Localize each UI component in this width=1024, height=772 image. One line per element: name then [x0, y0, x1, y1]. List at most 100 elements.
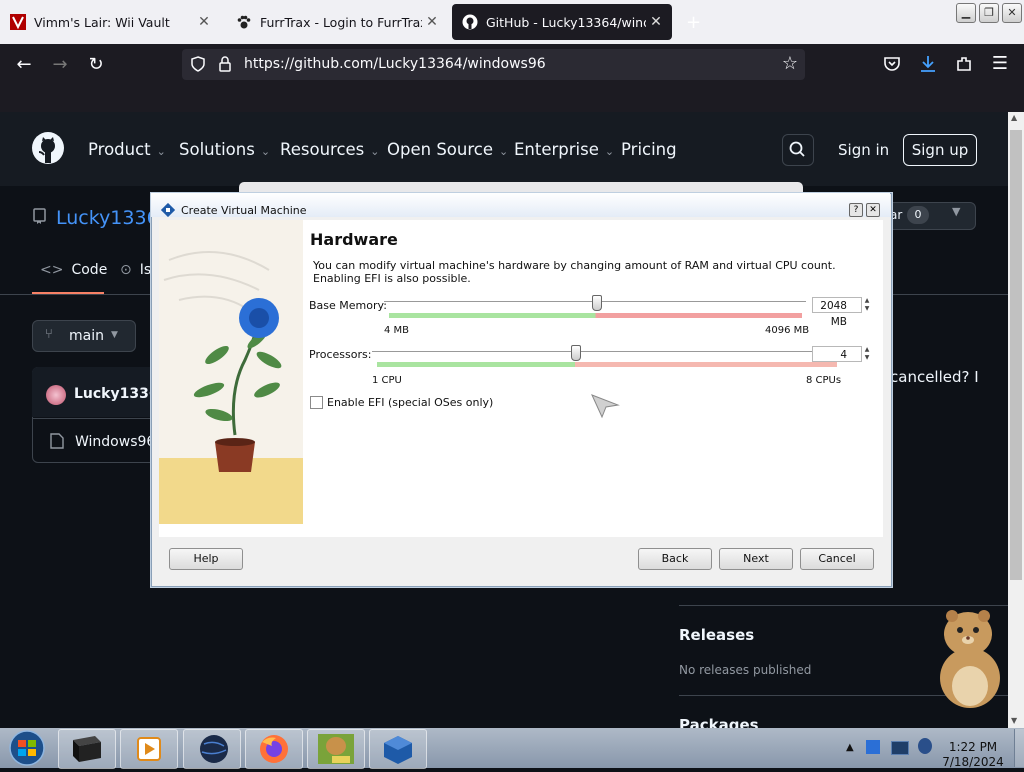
- nav-enterprise[interactable]: Enterprise ⌄: [514, 140, 614, 159]
- tab-github-active[interactable]: GitHub - Lucky13364/windows96 ✕: [452, 4, 672, 40]
- tab-title: FurrTrax - Login to FurrTrax: [260, 14, 422, 30]
- taskbar-globe-app[interactable]: [183, 729, 241, 769]
- branch-name: main: [69, 328, 104, 344]
- clock-time[interactable]: 1:22 PM: [938, 740, 1008, 754]
- chevron-down-icon: ⌄: [604, 145, 615, 158]
- processors-spinbox[interactable]: 4: [812, 346, 862, 362]
- chevron-down-icon[interactable]: ▼: [952, 205, 960, 218]
- taskbar-box-app[interactable]: [307, 729, 365, 769]
- taskbar-media-player-app[interactable]: [120, 729, 178, 769]
- nav-pricing[interactable]: Pricing: [621, 140, 677, 159]
- help-icon[interactable]: ?: [849, 203, 863, 217]
- search-button[interactable]: [782, 134, 814, 166]
- scrollbar-thumb[interactable]: [1010, 130, 1022, 580]
- chevron-down-icon: ⌄: [370, 145, 380, 158]
- tab-title: Vimm's Lair: Wii Vault: [34, 14, 170, 30]
- tray-display-icon[interactable]: [891, 741, 909, 755]
- memory-spinbox[interactable]: 2048 MB: [812, 297, 862, 328]
- spin-arrows-icon[interactable]: ▲ ▼: [861, 346, 873, 362]
- caret-down-icon: ▼: [111, 330, 118, 340]
- processors-slider-track[interactable]: [372, 351, 840, 352]
- processors-range-bar: [377, 362, 837, 367]
- scroll-up-icon[interactable]: ▲: [1011, 113, 1017, 122]
- packages-title[interactable]: Packages: [679, 716, 759, 728]
- cancel-button[interactable]: Cancel: [800, 548, 874, 570]
- start-orb-icon[interactable]: [6, 729, 48, 767]
- virtualbox-icon: [384, 736, 412, 764]
- tab-code[interactable]: <> Code: [40, 262, 107, 278]
- tray-expand-icon[interactable]: ▲: [846, 742, 854, 753]
- taskbar-virtualbox-app[interactable]: [369, 729, 427, 769]
- processors-label: Processors:: [309, 348, 372, 361]
- tab-furrtrax[interactable]: FurrTrax - Login to FurrTrax ✕: [226, 4, 448, 40]
- back-arrow-icon[interactable]: ←: [13, 55, 35, 75]
- forward-arrow-icon[interactable]: →: [49, 55, 71, 75]
- next-button[interactable]: Next: [719, 548, 793, 570]
- tab-vimms-lair[interactable]: Vimm's Lair: Wii Vault ✕: [0, 4, 220, 40]
- extensions-puzzle-icon[interactable]: [955, 55, 973, 73]
- close-tab-icon[interactable]: ✕: [194, 14, 214, 30]
- plant-illustration: [159, 220, 303, 524]
- sign-up-button[interactable]: Sign up: [903, 134, 977, 166]
- avatar[interactable]: [46, 385, 66, 405]
- processors-min-label: 1 CPU: [372, 375, 402, 386]
- pocket-icon[interactable]: [883, 55, 901, 73]
- branch-icon: ⑂: [45, 327, 53, 342]
- nav-resources[interactable]: Resources ⌄: [280, 140, 379, 159]
- repo-owner-link[interactable]: Lucky1336: [56, 207, 159, 229]
- close-tab-icon[interactable]: ✕: [646, 14, 666, 30]
- nav-product[interactable]: Product ⌄: [88, 140, 166, 159]
- file-icon: [50, 433, 64, 449]
- tray-virtualbox-icon[interactable]: [918, 738, 932, 754]
- processors-slider-thumb[interactable]: [570, 345, 581, 361]
- url-text[interactable]: https://github.com/Lucky13364/windows96: [244, 56, 546, 72]
- memory-min-label: 4 MB: [384, 325, 410, 336]
- scroll-down-icon[interactable]: ▼: [1011, 716, 1017, 725]
- bookmark-star-icon[interactable]: ☆: [779, 54, 801, 74]
- tab-issues[interactable]: ⊙ Is: [120, 262, 151, 278]
- nav-open-source[interactable]: Open Source ⌄: [387, 140, 508, 159]
- close-window-button[interactable]: ✕: [1002, 3, 1022, 23]
- nav-label: Solutions: [179, 140, 255, 159]
- minimize-window-button[interactable]: ▁: [956, 3, 976, 23]
- sign-in-link[interactable]: Sign in: [838, 141, 889, 159]
- new-tab-button[interactable]: +: [686, 12, 701, 33]
- taskbar-terminal-app[interactable]: [58, 729, 116, 769]
- issue-circle-icon: ⊙: [120, 262, 132, 278]
- code-icon: <>: [40, 262, 64, 278]
- virtualbox-icon: [161, 203, 175, 217]
- media-player-icon: [137, 737, 161, 761]
- shield-icon[interactable]: [190, 56, 206, 72]
- memory-slider-thumb[interactable]: [591, 295, 602, 311]
- nav-label: Enterprise: [514, 140, 599, 159]
- close-tab-icon[interactable]: ✕: [422, 14, 442, 30]
- restore-window-button[interactable]: ❐: [979, 3, 999, 23]
- efi-label[interactable]: Enable EFI (special OSes only): [327, 396, 493, 409]
- show-desktop-button[interactable]: [1014, 729, 1024, 767]
- dialog-title: Create Virtual Machine: [181, 204, 307, 217]
- spin-arrows-icon[interactable]: ▲ ▼: [861, 297, 873, 313]
- tray-network-icon[interactable]: [866, 740, 880, 754]
- repo-icon: [33, 208, 46, 224]
- taskbar-firefox-app[interactable]: [245, 729, 303, 769]
- nav-solutions[interactable]: Solutions ⌄: [179, 140, 270, 159]
- reload-icon[interactable]: ↻: [85, 55, 107, 75]
- star-count: 0: [907, 206, 929, 224]
- lock-icon[interactable]: [218, 56, 232, 72]
- chevron-down-icon: ⌄: [156, 145, 166, 158]
- nav-label: Open Source: [387, 140, 493, 159]
- paw-icon: [237, 15, 251, 29]
- back-button[interactable]: Back: [638, 548, 712, 570]
- close-icon[interactable]: ✕: [866, 203, 880, 217]
- help-button[interactable]: Help: [169, 548, 243, 570]
- globe-icon: [200, 735, 228, 763]
- download-icon[interactable]: [919, 54, 937, 74]
- menu-hamburger-icon[interactable]: ☰: [989, 54, 1011, 74]
- github-logo-icon[interactable]: [32, 132, 64, 164]
- page-heading: Hardware: [310, 230, 398, 249]
- releases-title[interactable]: Releases: [679, 626, 754, 644]
- clock-date[interactable]: 7/18/2024: [938, 755, 1008, 769]
- file-name-link[interactable]: Windows96: [75, 434, 155, 450]
- efi-checkbox[interactable]: [310, 396, 323, 409]
- vimm-logo-icon: [10, 14, 26, 30]
